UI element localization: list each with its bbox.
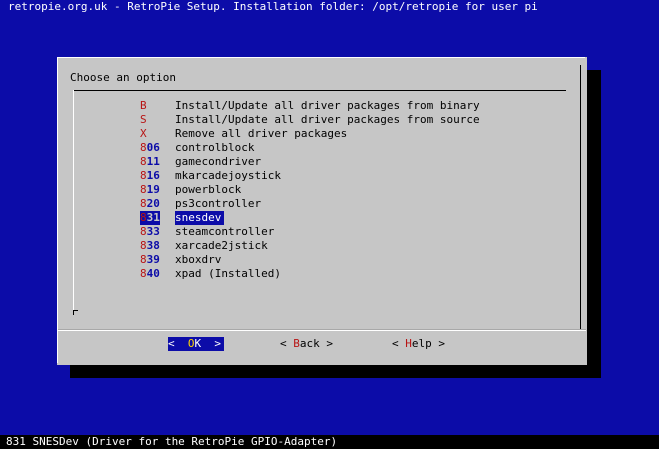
menu-item-label: gamecondriver [175,155,262,168]
menu-item-hotkey: B [140,99,147,112]
menu-item-tag: 819 [140,183,160,197]
ok-button-pre: < [168,337,188,350]
menu-item-label: mkarcadejoystick [175,169,281,182]
menu-item-tag-rest: 19 [146,183,160,196]
dialog-border-top [57,57,585,58]
menu-item-tag: 833 [140,225,160,239]
menu-item-label: controlblock [175,141,255,154]
menu-item-hotkey: 8 [140,225,147,238]
menu-item[interactable]: 819 powerblock [57,183,587,197]
menu-item-tag: 820 [140,197,160,211]
menu-item-hotkey: 8 [140,211,147,224]
menu-item-hotkey: 8 [140,239,147,252]
help-button-rest: elp [411,337,432,350]
ok-button-hotkey: O [187,337,195,350]
menu-item[interactable]: 839 xboxdrv [57,253,587,267]
menu-item-label: Remove all driver packages [175,127,348,140]
menu-item-hotkey: 8 [140,197,147,210]
dialog-prompt: Choose an option [70,71,176,84]
menu-item-tag-rest: 39 [146,253,160,266]
menu-item-tag: 806 [140,141,160,155]
menu-item-label: xarcade2jstick [175,239,268,252]
back-button-rest: ack [299,337,320,350]
menu-item-tag: X [140,127,147,141]
menu-item[interactable]: S Install/Update all driver packages from… [57,113,587,127]
menu-item-hotkey: S [140,113,147,126]
menu-item-hotkey: 8 [140,253,147,266]
menu-item-label: powerblock [175,183,242,196]
back-button-pre: < [280,337,294,350]
menu-item-hotkey: 8 [140,141,147,154]
menu-item-hotkey: 8 [140,267,147,280]
window-title: retropie.org.uk - RetroPie Setup. Instal… [8,0,538,13]
menu-item[interactable]: 840 xpad (Installed) [57,267,587,281]
menu-item-tag-rest: 40 [146,267,160,280]
menu-item[interactable]: 816 mkarcadejoystick [57,169,587,183]
options-dialog: Choose an option B Install/Update all dri… [57,57,587,365]
menu-item-tag-rest: 31 [146,211,160,224]
ok-button-post: > [201,337,221,350]
menu-item-tag-rest: 16 [146,169,160,182]
help-button-pre: < [392,337,406,350]
menu-item-tag-rest: 06 [146,141,160,154]
menu-item-tag-rest: 11 [146,155,160,168]
menu-item-tag-rest: 38 [146,239,160,252]
menu-item-label: Install/Update all driver packages from … [175,99,480,112]
menu-item-tag-rest: 20 [146,197,160,210]
back-button-hotkey: B [293,337,300,350]
menu-item-label: xboxdrv [175,253,222,266]
menu-item-hotkey: 8 [140,155,147,168]
help-button-hotkey: H [405,337,412,350]
menu-item-tag: 811 [140,155,160,169]
menu-item-hotkey: 8 [140,183,147,196]
menu-item[interactable]: 833 steamcontroller [57,225,587,239]
ok-button[interactable]: < OK > [168,337,224,351]
back-button-post: > [319,337,333,350]
menu-item[interactable]: 820 ps3controller [57,197,587,211]
menu-item-tag: 816 [140,169,160,183]
menu-item-label: ps3controller [175,197,262,210]
menu-item[interactable]: X Remove all driver packages [57,127,587,141]
menu-item-tag: 838 [140,239,160,253]
menu-item[interactable]: 838 xarcade2jstick [57,239,587,253]
menu-item-label: Install/Update all driver packages from … [175,113,480,126]
menu-frame-top [73,90,566,91]
menu-item[interactable]: B Install/Update all driver packages from… [57,99,587,113]
menu-item[interactable]: 806 controlblock [57,141,587,155]
help-button[interactable]: < Help > [392,337,445,351]
menu-item-tag: S [140,113,147,127]
menu-item-label: snesdev [175,211,225,225]
menu-item-label: xpad (Installed) [175,267,281,280]
menu-item-hotkey: X [140,127,147,140]
menu-item-tag: B [140,99,147,113]
menu-item-tag: 839 [140,253,160,267]
menu-item-tag-rest: 33 [146,225,160,238]
help-button-post: > [431,337,445,350]
menu-item-hotkey: 8 [140,169,147,182]
back-button[interactable]: < Back > [280,337,333,351]
menu-item-label: steamcontroller [175,225,275,238]
menu-item-tag: 840 [140,267,160,281]
status-bar: 831 SNESDev (Driver for the RetroPie GPI… [0,435,659,449]
menu-item-tag: 831 [140,211,160,225]
menu-item[interactable]: 831 snesdev [57,211,587,225]
button-separator [58,330,586,331]
menu-frame-corner-left [73,310,74,315]
menu-item[interactable]: 811 gamecondriver [57,155,587,169]
